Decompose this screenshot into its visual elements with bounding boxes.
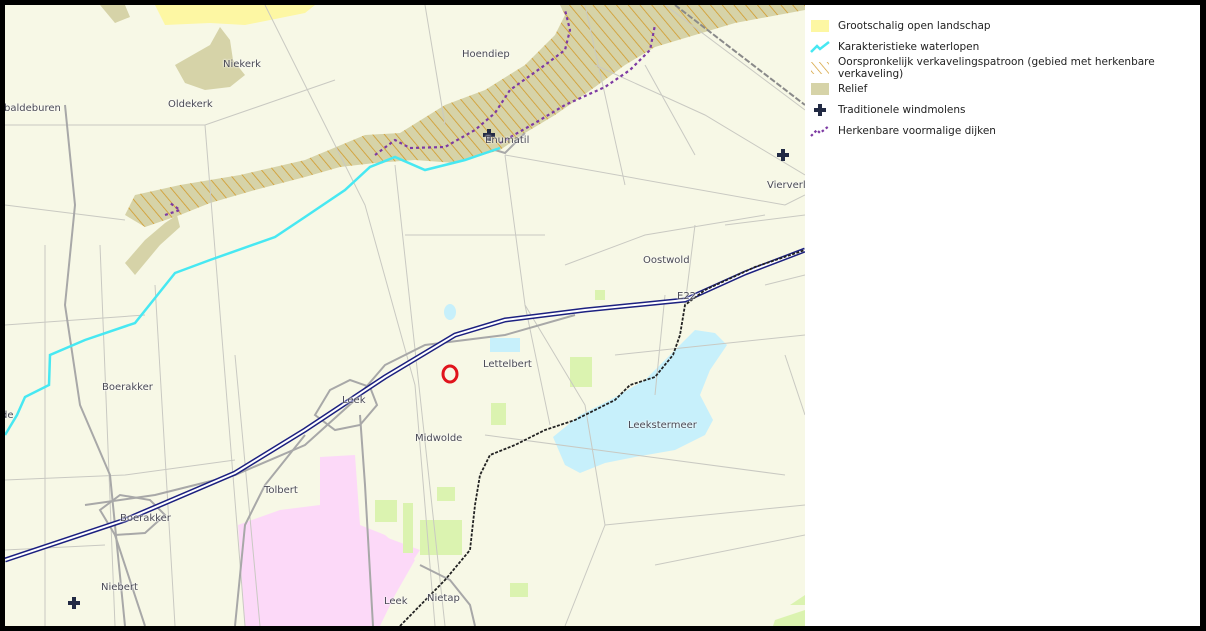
hatch-swatch — [810, 61, 830, 75]
windmill-icon — [68, 597, 80, 609]
open-landscape-swatch — [810, 19, 830, 33]
legend-item-waterway: Karakteristieke waterlopen — [810, 36, 1200, 57]
legend-item-open-landscape: Grootschalig open landschap — [810, 15, 1200, 36]
forest-patch — [491, 403, 506, 425]
place-label: Tolbert — [264, 485, 298, 496]
place-label: Enumatil — [485, 135, 530, 146]
place-label: Lettelbert — [483, 359, 532, 370]
pond — [490, 338, 520, 352]
waterway-line-icon — [810, 40, 830, 54]
waterway-line — [5, 146, 501, 436]
legend-label: Relief — [838, 82, 868, 95]
relief-swatch — [810, 82, 830, 96]
place-label: Nietap — [427, 593, 460, 604]
legend-item-allotment: Oorspronkelijk verkavelingspatroon (gebi… — [810, 55, 1200, 80]
location-marker — [441, 364, 459, 384]
place-label: Leek — [342, 395, 366, 406]
place-label: baldeburen — [5, 103, 61, 114]
place-label: Midwolde — [415, 433, 463, 444]
place-label: de — [5, 410, 14, 421]
place-label: Oldekerk — [168, 99, 213, 110]
open-landscape-area — [155, 5, 315, 25]
place-label: Boerakker — [120, 513, 171, 524]
forest-patch — [403, 503, 413, 553]
place-label: Leek — [384, 596, 408, 607]
legend-label: Karakteristieke waterlopen — [838, 40, 980, 53]
pond — [444, 304, 456, 320]
forest-patch — [570, 357, 592, 387]
forest-patch — [595, 290, 605, 300]
legend-item-relief: Relief — [810, 78, 1200, 99]
map-canvas[interactable]: Niekerk Hoendiep Oldekerk baldeburen Enu… — [5, 5, 805, 626]
lake-leekstermeer — [553, 330, 727, 473]
legend-label: Oorspronkelijk verkavelingspatroon (gebi… — [838, 55, 1155, 80]
map-frame: Niekerk Hoendiep Oldekerk baldeburen Enu… — [5, 5, 1200, 626]
place-label: Niekerk — [223, 59, 261, 70]
forest-patch — [437, 487, 455, 501]
forest-patch — [375, 500, 397, 522]
dike-line-icon — [810, 124, 830, 138]
legend-item-windmill: Traditionele windmolens — [810, 99, 1200, 120]
place-label: E22 — [677, 291, 697, 302]
legend-label: Traditionele windmolens — [838, 103, 966, 116]
forest-patch — [510, 583, 528, 597]
place-label: Hoendiep — [462, 49, 510, 60]
map-graphics — [5, 5, 805, 626]
forest-patch — [790, 595, 805, 605]
legend-label: Herkenbare voormalige dijken — [838, 124, 996, 137]
place-label: Oostwold — [643, 255, 690, 266]
legend-item-dike: Herkenbare voormalige dijken — [810, 120, 1200, 141]
legend-label: Grootschalig open landschap — [838, 19, 991, 32]
open-landscape-area — [100, 5, 130, 23]
place-label: Niebert — [101, 582, 138, 593]
place-label: Leekstermeer — [628, 420, 697, 431]
windmill-icon — [810, 103, 830, 117]
place-label: Vierverl — [767, 180, 805, 191]
place-label: Boerakker — [102, 382, 153, 393]
forest-patch — [773, 610, 805, 626]
map-legend: Grootschalig open landschap Karakteristi… — [810, 15, 1200, 141]
